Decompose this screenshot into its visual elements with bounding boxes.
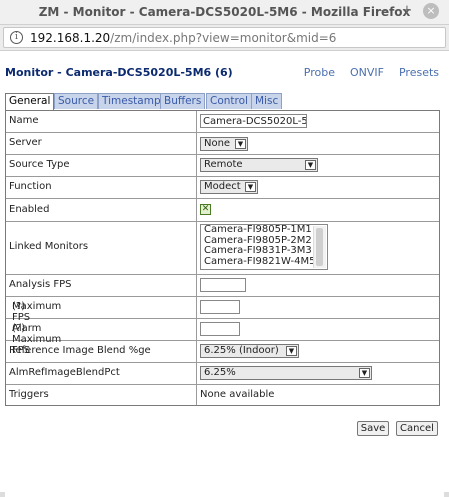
window-titlebar: ZM - Monitor - Camera-DCS5020L-5M6 - Moz…: [0, 0, 449, 25]
scrollbar-thumb[interactable]: [316, 228, 323, 266]
probe-link[interactable]: Probe: [304, 66, 335, 79]
function-select[interactable]: Modect ▼: [200, 180, 258, 194]
enabled-label: Enabled: [9, 204, 50, 215]
maximize-button[interactable]: +: [399, 3, 415, 19]
row-server: Server None ▼: [6, 133, 439, 155]
url-host: 192.168.1.20: [30, 31, 111, 45]
function-label: Function: [9, 181, 52, 192]
reference-blend-value: 6.25% (Indoor): [204, 345, 279, 356]
reference-blend-select[interactable]: 6.25% (Indoor) ▼: [200, 344, 299, 358]
server-label: Server: [9, 137, 42, 148]
alarm-maximum-fps-help-link[interactable]: (?): [12, 323, 25, 334]
alm-ref-blend-label: AlmRefImageBlendPct: [9, 367, 120, 378]
list-item[interactable]: Camera-FI9805P-1M1: [201, 224, 327, 236]
row-triggers: Triggers None available: [6, 385, 439, 405]
row-function: Function Modect ▼: [6, 177, 439, 199]
chevron-down-icon: ▼: [235, 139, 246, 149]
address-bar: i 192.168.1.20/zm/index.php?view=monitor…: [0, 25, 449, 51]
close-button[interactable]: ×: [423, 3, 439, 19]
alm-ref-blend-select[interactable]: 6.25% ▼: [200, 366, 372, 380]
tab-buffers[interactable]: Buffers: [160, 93, 206, 109]
list-item[interactable]: Camera-FI9821W-4M5: [201, 256, 327, 268]
tab-source[interactable]: Source: [54, 93, 99, 109]
tab-misc[interactable]: Misc: [251, 93, 283, 109]
tab-timestamp[interactable]: Timestamp: [98, 93, 165, 109]
enabled-checkbox[interactable]: ✕: [200, 204, 211, 215]
name-label: Name: [9, 115, 39, 126]
server-select[interactable]: None ▼: [200, 137, 248, 151]
general-settings-table: Name Camera-DCS5020L-5M Server None ▼ Sou…: [5, 110, 440, 406]
cancel-button[interactable]: Cancel: [396, 421, 438, 436]
chevron-down-icon: ▼: [245, 182, 256, 192]
minimize-button[interactable]: –: [376, 3, 392, 19]
analysis-fps-label: Analysis FPS: [9, 279, 72, 290]
resize-handle-right[interactable]: [444, 492, 449, 497]
presets-link[interactable]: Presets: [399, 66, 439, 79]
info-icon[interactable]: i: [10, 31, 23, 44]
reference-blend-label: Reference Image Blend %ge: [9, 345, 151, 356]
linked-monitors-label: Linked Monitors: [9, 241, 89, 252]
server-value: None: [204, 138, 231, 149]
row-maximum-fps: Maximum FPS (?): [6, 297, 439, 323]
page-content: Monitor - Camera-DCS5020L-5M6 (6) Probe O…: [0, 51, 449, 497]
url-text[interactable]: 192.168.1.20/zm/index.php?view=monitor&m…: [30, 31, 336, 45]
resize-handle-left[interactable]: [0, 492, 5, 497]
function-value: Modect: [204, 181, 241, 192]
header-links: Probe ONVIF Presets: [289, 66, 439, 79]
row-linked-monitors: Linked Monitors Camera-FI9805P-1M1 Camer…: [6, 222, 439, 275]
analysis-fps-input[interactable]: [200, 278, 246, 292]
source-type-select[interactable]: Remote ▼: [200, 158, 318, 172]
source-type-label: Source Type: [9, 159, 70, 170]
list-scrollbar[interactable]: [313, 226, 326, 268]
save-button[interactable]: Save: [357, 421, 389, 436]
chevron-down-icon: ▼: [359, 368, 370, 378]
triggers-value: None available: [200, 389, 275, 400]
row-alarm-maximum-fps: Alarm Maximum FPS (?): [6, 319, 439, 356]
chevron-down-icon: ▼: [286, 346, 297, 356]
row-source-type: Source Type Remote ▼: [6, 155, 439, 177]
list-item[interactable]: Camera-FI9831P-3M3: [201, 245, 327, 257]
page-title: Monitor - Camera-DCS5020L-5M6 (6): [5, 66, 233, 79]
alarm-maximum-fps-input[interactable]: [200, 322, 240, 336]
tab-control[interactable]: Control: [206, 93, 252, 109]
name-input[interactable]: Camera-DCS5020L-5M: [200, 114, 307, 128]
alm-ref-blend-value: 6.25%: [204, 367, 236, 378]
onvif-link[interactable]: ONVIF: [350, 66, 384, 79]
maximum-fps-input[interactable]: [200, 300, 240, 314]
row-reference-blend: Reference Image Blend %ge 6.25% (Indoor)…: [6, 341, 439, 363]
source-type-value: Remote: [204, 159, 243, 170]
triggers-label: Triggers: [9, 389, 49, 400]
url-field[interactable]: i 192.168.1.20/zm/index.php?view=monitor…: [3, 27, 446, 48]
linked-monitors-list[interactable]: Camera-FI9805P-1M1 Camera-FI9805P-2M2 Ca…: [200, 224, 328, 270]
check-icon: ✕: [201, 204, 210, 214]
row-enabled: Enabled ✕: [6, 199, 439, 222]
chevron-down-icon: ▼: [305, 160, 316, 170]
row-name: Name Camera-DCS5020L-5M: [6, 111, 439, 133]
row-alm-ref-blend: AlmRefImageBlendPct 6.25% ▼: [6, 363, 439, 385]
url-path: /zm/index.php?view=monitor&mid=6: [110, 31, 337, 45]
tab-general[interactable]: General: [5, 93, 55, 111]
maximum-fps-help-link[interactable]: (?): [12, 301, 25, 312]
row-analysis-fps: Analysis FPS: [6, 275, 439, 297]
